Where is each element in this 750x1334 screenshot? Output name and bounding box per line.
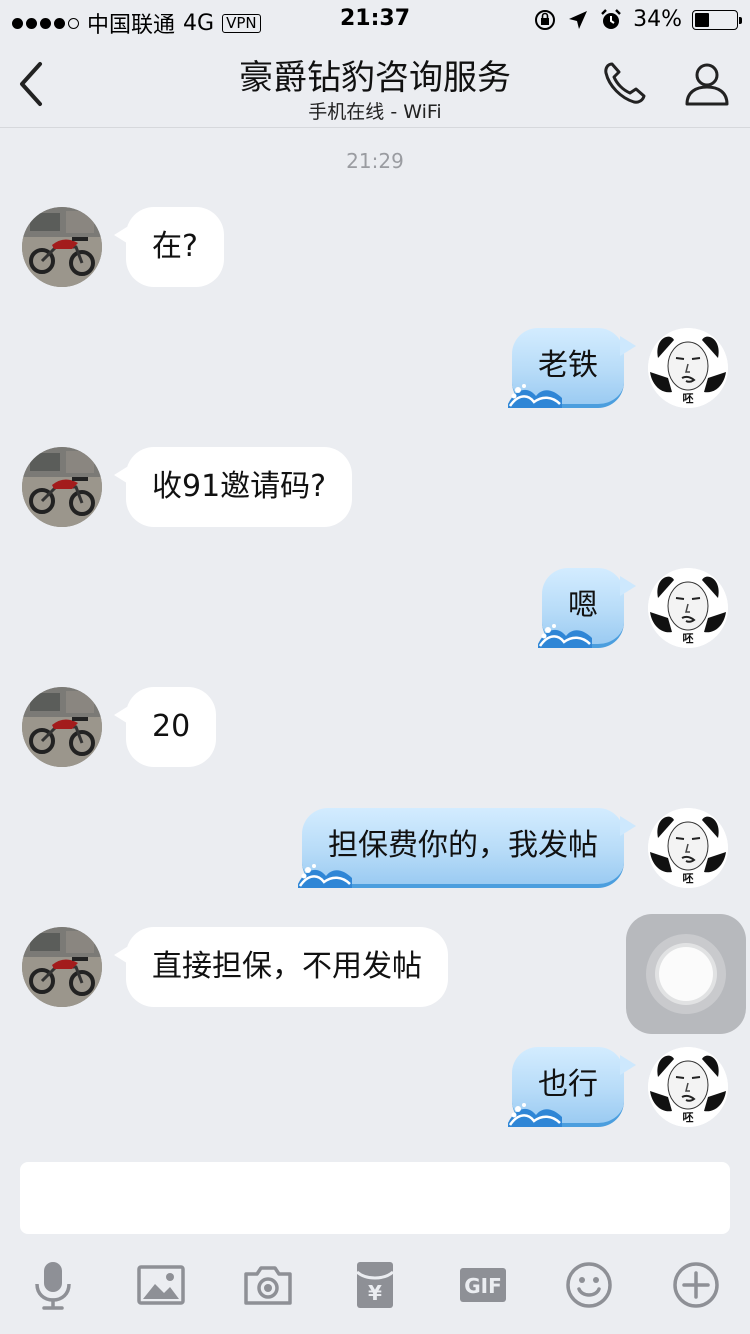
outgoing-message-bubble[interactable]: 也行 — [508, 1047, 636, 1127]
motorcycle-photo — [22, 207, 102, 287]
phone-icon — [604, 62, 646, 104]
photo-button[interactable] — [134, 1258, 188, 1312]
panda-face-icon: 呸 — [648, 328, 728, 408]
message-text: 20 — [152, 709, 191, 744]
panda-face-icon: 呸 — [648, 568, 728, 648]
profile-button[interactable] — [682, 60, 732, 108]
my-avatar[interactable]: 呸 — [648, 328, 728, 408]
red-packet-button[interactable]: ¥ — [348, 1258, 402, 1312]
outgoing-message-bubble[interactable]: 担保费你的，我发帖 — [298, 808, 636, 888]
contact-avatar[interactable] — [22, 207, 102, 287]
message-timestamp: 21:29 — [346, 149, 404, 173]
message-text: 老铁 — [538, 348, 598, 383]
outgoing-message-bubble[interactable]: 嗯 — [538, 568, 636, 648]
motorcycle-photo — [22, 687, 102, 767]
panda-face-icon: 呸 — [648, 808, 728, 888]
call-button[interactable] — [600, 60, 652, 108]
my-avatar[interactable]: 呸 — [648, 808, 728, 888]
contact-avatar[interactable] — [22, 447, 102, 527]
incoming-message-bubble[interactable]: 在? — [114, 207, 224, 287]
chat-header: 豪爵钻豹咨询服务 手机在线 - WiFi — [0, 40, 750, 128]
motorcycle-photo — [22, 447, 102, 527]
svg-text:呸: 呸 — [683, 872, 694, 885]
emoji-button[interactable] — [562, 1258, 616, 1312]
outgoing-message-bubble[interactable]: 老铁 — [508, 328, 636, 408]
contact-avatar[interactable] — [22, 687, 102, 767]
svg-text:呸: 呸 — [683, 632, 694, 645]
message-input[interactable] — [20, 1162, 730, 1234]
panda-face-icon: 呸 — [648, 1047, 728, 1127]
gif-label: GIF — [464, 1274, 502, 1298]
more-button[interactable] — [669, 1258, 723, 1312]
assistive-touch-button[interactable] — [626, 914, 746, 1034]
message-text: 直接担保，不用发帖 — [152, 949, 422, 984]
contact-avatar[interactable] — [22, 927, 102, 1007]
location-arrow-icon — [569, 10, 588, 29]
rotation-lock-icon — [535, 9, 556, 30]
chat-toolbar: ¥ GIF — [0, 1250, 750, 1320]
message-text: 收91邀请码? — [152, 469, 327, 504]
microphone-icon — [35, 1262, 71, 1310]
status-bar: 中国联通 4G VPN 21:37 34% — [0, 0, 750, 40]
gif-icon: GIF — [460, 1268, 506, 1302]
message-text: 嗯 — [568, 588, 598, 623]
emoji-icon — [566, 1262, 612, 1308]
svg-text:¥: ¥ — [368, 1281, 382, 1305]
incoming-message-bubble[interactable]: 20 — [113, 687, 217, 767]
my-avatar[interactable]: 呸 — [648, 1047, 728, 1127]
image-icon — [137, 1265, 185, 1305]
incoming-message-bubble[interactable]: 收91邀请码? — [113, 447, 353, 527]
battery-percent: 34% — [633, 7, 682, 32]
message-text: 也行 — [538, 1067, 598, 1102]
red-packet-icon: ¥ — [356, 1262, 394, 1308]
svg-text:呸: 呸 — [683, 1111, 694, 1124]
motorcycle-photo — [22, 927, 102, 1007]
message-text: 在? — [152, 229, 198, 264]
alarm-icon — [601, 8, 621, 29]
camera-button[interactable] — [241, 1258, 295, 1312]
voice-button[interactable] — [26, 1258, 80, 1312]
camera-icon — [244, 1266, 292, 1305]
person-icon — [685, 63, 729, 106]
gif-button[interactable]: GIF — [456, 1258, 510, 1312]
battery-icon — [692, 9, 742, 30]
plus-icon — [673, 1262, 719, 1308]
incoming-message-bubble[interactable]: 直接担保，不用发帖 — [114, 927, 448, 1007]
status-right: 34% — [533, 7, 742, 32]
message-text: 担保费你的，我发帖 — [328, 828, 598, 863]
svg-text:呸: 呸 — [683, 392, 694, 405]
my-avatar[interactable]: 呸 — [648, 568, 728, 648]
